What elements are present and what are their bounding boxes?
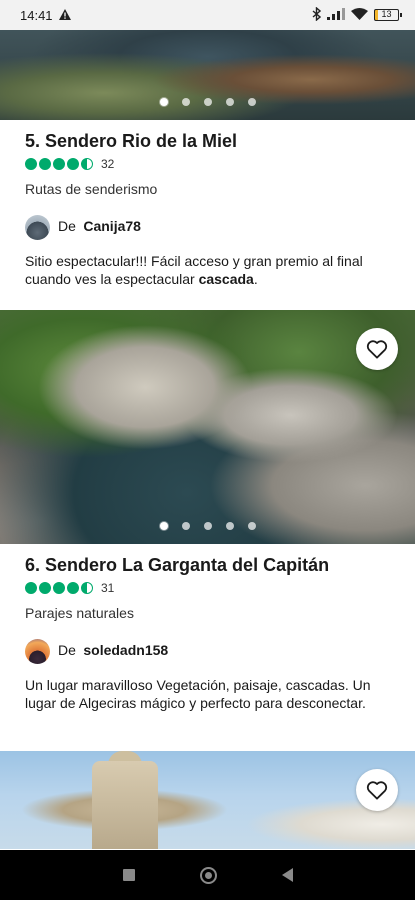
attraction-category: Parajes naturales (25, 605, 134, 621)
battery-icon: 13 (374, 9, 402, 21)
carousel-dot (181, 522, 190, 530)
home-icon[interactable] (199, 866, 217, 884)
warning-icon (58, 8, 71, 23)
rating-bubble-half (81, 582, 93, 594)
card-photo-carousel[interactable] (0, 310, 415, 544)
status-left: 14:41 (20, 8, 71, 23)
review-count: 32 (101, 157, 115, 171)
heart-icon (366, 340, 388, 359)
carousel-dots (0, 522, 415, 530)
rating-bubble-full (39, 582, 51, 594)
rating-bubble-full (25, 158, 37, 170)
rating-bubble-full (67, 158, 79, 170)
attraction-category: Rutas de senderismo (25, 181, 158, 197)
attraction-title[interactable]: 5. Sendero Rio de la Miel (25, 130, 390, 152)
attraction-card[interactable]: 5. Sendero Rio de la Miel 32 Rutas de se… (0, 120, 415, 310)
rating-bubble-full (39, 158, 51, 170)
author-name[interactable]: soledadn158 (83, 642, 168, 658)
by-label: De (58, 218, 76, 234)
carousel-dot (247, 98, 256, 106)
heart-icon (366, 781, 388, 800)
review-author-row: De Canija78 (25, 214, 390, 240)
status-time: 14:41 (20, 7, 53, 23)
carousel-dots (0, 98, 415, 106)
system-navigation-bar (0, 850, 415, 900)
author-name[interactable]: Canija78 (83, 218, 141, 234)
rating-bubble-full (53, 158, 65, 170)
rating-bubble-full (53, 582, 65, 594)
review-text-end: . (253, 271, 258, 287)
carousel-dot (225, 522, 234, 530)
card-photo-carousel[interactable] (0, 751, 415, 849)
carousel-dot (225, 98, 234, 106)
status-bar: 14:41 13 (0, 0, 415, 30)
photo-tower (92, 761, 158, 849)
review-count: 31 (101, 581, 115, 595)
attraction-title[interactable]: 6. Sendero La Garganta del Capitán (25, 554, 390, 576)
review-highlight: cascada (198, 271, 254, 287)
review-snippet: Sitio espectacular!!! Fácil acceso y gra… (25, 252, 390, 288)
carousel-dot (203, 98, 212, 106)
rating-bubble-half (81, 158, 93, 170)
rating-bubble-full (67, 582, 79, 594)
recents-icon[interactable] (122, 869, 135, 881)
carousel-dot (247, 522, 256, 530)
rating-bubble-full (25, 582, 37, 594)
status-right: 13 (312, 5, 402, 24)
rating-row: 31 (25, 580, 390, 596)
rating-bubbles (25, 158, 93, 170)
bluetooth-icon (312, 5, 322, 24)
carousel-dot (181, 98, 190, 106)
avatar[interactable] (25, 638, 50, 664)
attractions-feed[interactable]: 5. Sendero Rio de la Miel 32 Rutas de se… (0, 30, 415, 850)
carousel-dot (159, 98, 168, 106)
avatar[interactable] (25, 214, 50, 240)
carousel-dot (159, 522, 168, 530)
review-snippet: Un lugar maravilloso Vegetación, paisaje… (25, 677, 371, 711)
attraction-card[interactable]: 6. Sendero La Garganta del Capitán 31 Pa… (0, 544, 415, 751)
battery-level: 13 (381, 9, 392, 19)
review-text: Sitio espectacular!!! Fácil acceso y gra… (25, 253, 363, 287)
back-icon[interactable] (281, 868, 293, 882)
save-favorite-button[interactable] (356, 769, 398, 811)
review-author-row: De soledadn158 (25, 638, 390, 664)
by-label: De (58, 642, 76, 658)
rating-bubbles (25, 582, 93, 594)
wifi-icon (351, 7, 368, 23)
signal-icon (327, 7, 345, 23)
rating-row: 32 (25, 156, 390, 172)
carousel-dot (203, 522, 212, 530)
card-photo-carousel[interactable] (0, 30, 415, 120)
save-favorite-button[interactable] (356, 328, 398, 370)
